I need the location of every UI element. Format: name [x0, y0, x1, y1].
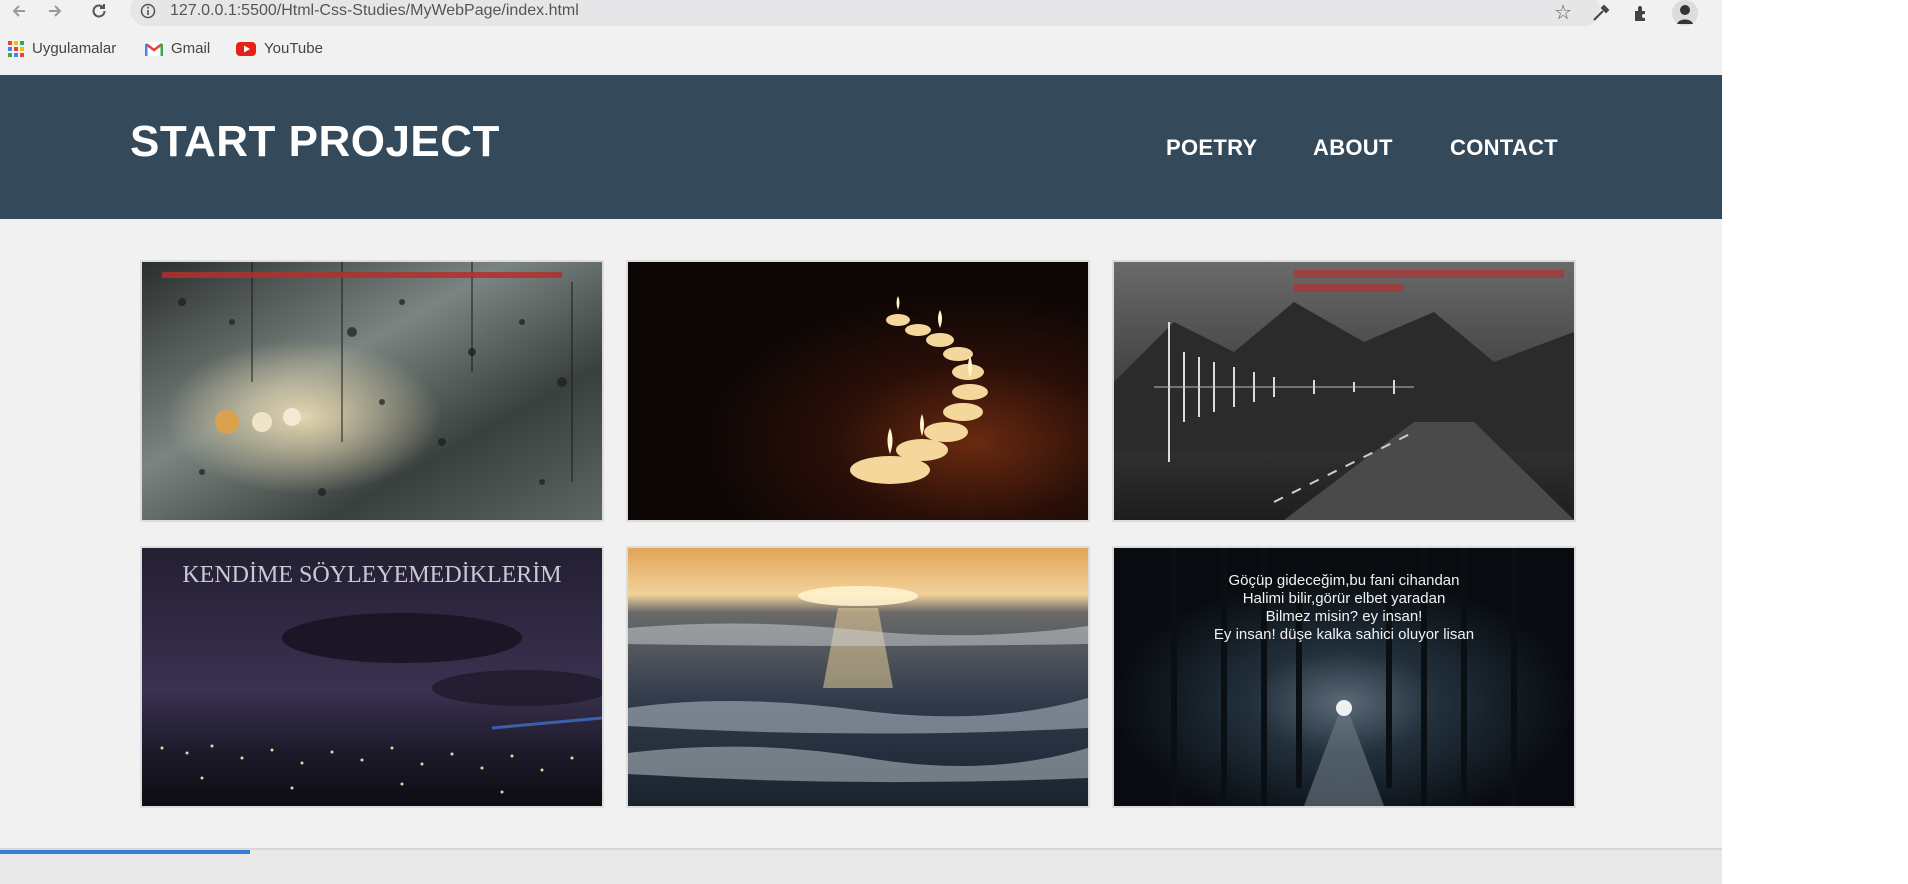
forward-arrow-icon[interactable] [44, 0, 66, 22]
reload-icon[interactable] [88, 0, 110, 22]
gmail-icon [145, 41, 163, 56]
poem-line: Ey insan! düşe kalka sahici oluyor lisan [1213, 626, 1475, 643]
gallery-tile-sea-sunset[interactable] [628, 548, 1088, 806]
youtube-icon [236, 41, 256, 56]
site-header: START PROJECT POETRY ABOUT CONTACT [0, 75, 1722, 219]
address-bar[interactable]: 127.0.0.1:5500/Html-Css-Studies/MyWebPag… [130, 0, 1600, 26]
bookmark-label: YouTube [264, 40, 323, 57]
apps-grid-icon [8, 40, 24, 57]
browser-toolbar: 127.0.0.1:5500/Html-Css-Studies/MyWebPag… [0, 0, 1722, 28]
star-icon[interactable]: ☆ [1554, 0, 1572, 25]
bookmark-apps[interactable]: Uygulamalar [8, 40, 116, 57]
browser-window: 127.0.0.1:5500/Html-Css-Studies/MyWebPag… [0, 0, 1722, 884]
scroll-progress[interactable] [0, 850, 250, 854]
poem-line: Bilmez misin? ey insan! [1265, 608, 1423, 625]
bookmark-label: Gmail [171, 40, 211, 57]
back-arrow-icon[interactable] [8, 0, 30, 22]
bookmark-youtube[interactable]: YouTube [236, 40, 323, 57]
gallery-tile-candles[interactable] [628, 262, 1088, 520]
nav-poetry[interactable]: POETRY [1166, 135, 1257, 161]
gallery-tile-forest-road[interactable]: Göçüp gideceğim,bu fani cihandan Halimi … [1114, 548, 1574, 806]
nav-contact[interactable]: CONTACT [1450, 135, 1558, 161]
gallery-tile-night-city[interactable]: KENDİME SÖYLEYEMEDİKLERİM [142, 548, 602, 806]
info-icon[interactable] [140, 3, 156, 19]
gallery-tile-rain[interactable] [142, 262, 602, 520]
tile-caption: KENDİME SÖYLEYEMEDİKLERİM [182, 562, 562, 588]
brand-logo[interactable]: START PROJECT [130, 117, 500, 167]
bookmark-gmail[interactable]: Gmail [145, 40, 210, 57]
poem-line: Göçüp gideceğim,bu fani cihandan [1228, 572, 1460, 589]
horizontal-scrollbar[interactable] [0, 848, 1722, 884]
extensions-icon[interactable] [1628, 0, 1654, 26]
tile-poem: Göçüp gideceğim,bu fani cihandan Halimi … [1114, 572, 1574, 644]
eyedropper-icon[interactable] [1588, 0, 1614, 26]
bookmarks-bar: Uygulamalar Gmail YouTube [0, 36, 1722, 66]
nav-about[interactable]: ABOUT [1313, 135, 1393, 161]
profile-avatar-icon[interactable] [1672, 0, 1698, 26]
url-text[interactable]: 127.0.0.1:5500/Html-Css-Studies/MyWebPag… [170, 2, 579, 20]
gallery-tile-misty-road[interactable] [1114, 262, 1574, 520]
bookmark-label: Uygulamalar [32, 40, 117, 57]
poem-line: Halimi bilir,görür elbet yaradan [1242, 590, 1446, 607]
